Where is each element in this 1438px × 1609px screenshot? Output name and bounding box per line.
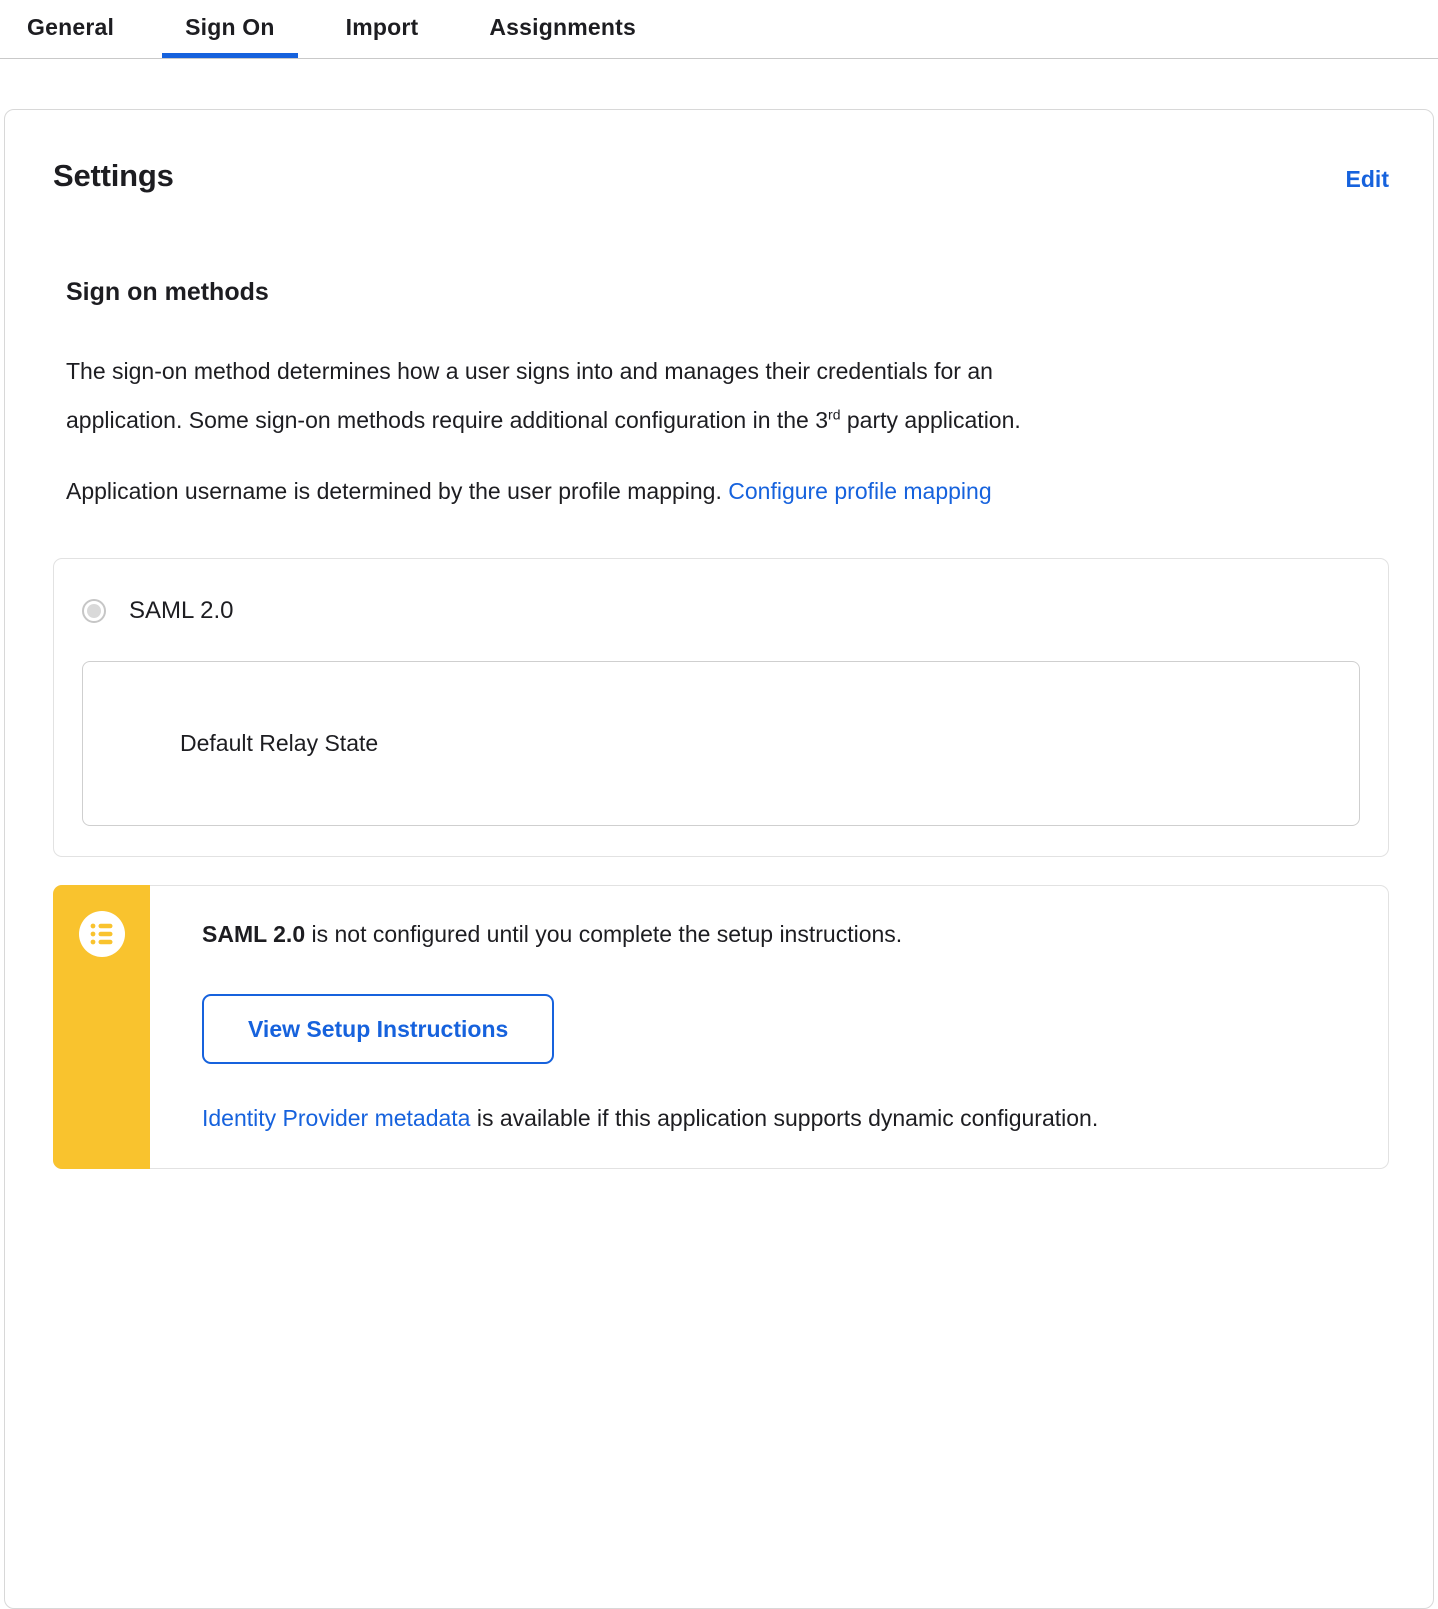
settings-card: Settings Edit Sign on methods The sign-o… — [4, 109, 1434, 1609]
saml-settings-panel: Default Relay State — [82, 661, 1360, 826]
callout-accent-strip — [53, 885, 150, 1169]
description-line-2: application. Some sign-on methods requir… — [66, 407, 829, 433]
sign-on-methods-section: Sign on methods The sign-on method deter… — [53, 278, 1389, 1169]
identity-provider-metadata-link[interactable]: Identity Provider metadata — [202, 1105, 470, 1131]
saml-radio-button[interactable] — [82, 599, 106, 623]
callout-body: SAML 2.0 is not configured until you com… — [54, 886, 1388, 1168]
saml-radio-row: SAML 2.0 — [54, 559, 1388, 661]
tab-general[interactable]: General — [4, 0, 137, 58]
tab-import[interactable]: Import — [323, 0, 442, 58]
sign-on-methods-heading: Sign on methods — [66, 278, 269, 306]
ordinal-superscript: rd — [828, 406, 841, 423]
configure-profile-mapping-link[interactable]: Configure profile mapping — [728, 478, 991, 504]
callout-footer-rest: is available if this application support… — [470, 1105, 1099, 1131]
callout-message-rest: is not configured until you complete the… — [305, 921, 903, 947]
callout-footer: Identity Provider metadata is available … — [202, 1104, 1348, 1132]
saml-radio-label: SAML 2.0 — [129, 597, 234, 624]
tab-assignments[interactable]: Assignments — [466, 0, 659, 58]
view-setup-instructions-button[interactable]: View Setup Instructions — [202, 994, 555, 1064]
callout-message-bold: SAML 2.0 — [202, 921, 306, 947]
saml-method-box: SAML 2.0 Default Relay State — [53, 558, 1389, 857]
callout-message: SAML 2.0 is not configured until you com… — [202, 920, 1348, 948]
settings-card-header: Settings Edit — [53, 158, 1389, 194]
setup-instructions-callout: SAML 2.0 is not configured until you com… — [53, 885, 1389, 1169]
profile-mapping-note: Application username is determined by th… — [66, 467, 1389, 516]
edit-button[interactable]: Edit — [1346, 166, 1389, 193]
list-icon — [78, 911, 125, 957]
tab-sign-on[interactable]: Sign On — [162, 0, 298, 58]
profile-mapping-text: Application username is determined by th… — [66, 478, 729, 504]
description-line-2-end: party application. — [840, 407, 1021, 433]
description-line-1: The sign-on method determines how a user… — [66, 358, 993, 384]
page-title: Settings — [53, 158, 174, 193]
sign-on-description: The sign-on method determines how a user… — [66, 347, 1389, 445]
default-relay-state-label: Default Relay State — [180, 730, 379, 756]
tab-bar: General Sign On Import Assignments — [0, 0, 1438, 59]
